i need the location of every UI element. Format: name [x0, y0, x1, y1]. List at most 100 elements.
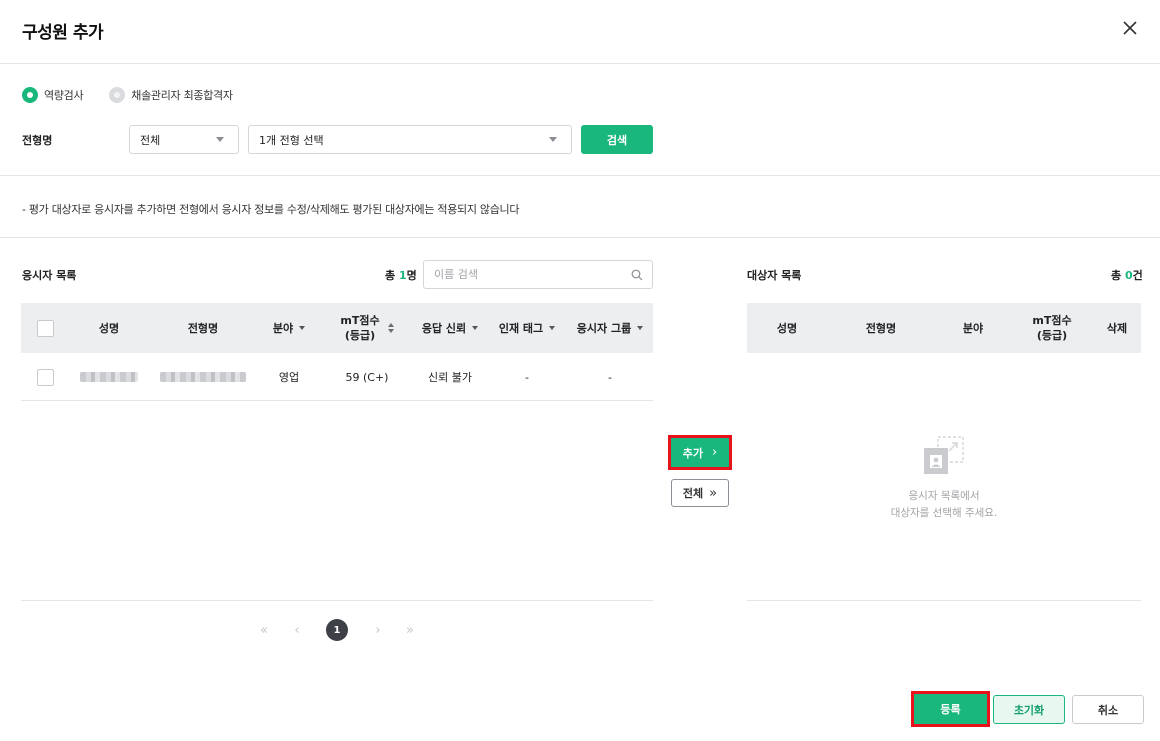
caret-down-icon	[637, 326, 644, 330]
col-stage: 전형명	[187, 321, 219, 335]
col-stage: 전형명	[865, 321, 897, 335]
caret-down-icon	[549, 326, 556, 330]
count-number: 1	[398, 269, 407, 282]
add-all-button[interactable]: 전체 »	[671, 479, 729, 507]
col-score-line1: mT점수	[340, 314, 380, 327]
source-radio-group: 역량검사 채솔관리자 최종합격자	[22, 86, 259, 104]
select-all-cell	[21, 303, 69, 353]
caret-down-icon	[472, 326, 479, 330]
cell-score: 59 (C+)	[345, 370, 389, 384]
col-name: 성명	[98, 321, 120, 335]
col-score-label: mT점수 (등급)	[1032, 313, 1071, 343]
empty-line-1: 응시자 목록에서	[908, 490, 980, 502]
first-page-button[interactable]: «	[254, 620, 274, 640]
dialog-title: 구성원 추가	[22, 23, 104, 43]
caret-down-icon	[299, 326, 306, 330]
redacted-name	[80, 372, 138, 382]
radio-unchecked-icon	[109, 87, 126, 103]
register-button-highlight: 등록	[911, 691, 990, 727]
col-score: mT점수 (등급)	[1011, 303, 1093, 353]
radio-label: 역량검사	[44, 89, 84, 102]
add-button-label: 추가	[682, 446, 704, 460]
col-delete: 삭제	[1106, 321, 1128, 335]
double-chevron-right-icon: »	[709, 485, 718, 501]
current-page[interactable]: 1	[326, 619, 348, 641]
count-number: 0	[1124, 269, 1133, 282]
count-suffix: 건	[1132, 269, 1143, 282]
sort-icon	[387, 323, 394, 333]
divider	[0, 237, 1160, 238]
stage-select[interactable]: 1개 전형 선택	[248, 125, 572, 154]
col-score-line2: (등급)	[1036, 329, 1068, 342]
prev-page-button[interactable]: ‹	[287, 620, 307, 640]
count-suffix: 명	[406, 269, 417, 282]
divider	[0, 175, 1160, 176]
add-all-label: 전체	[682, 487, 704, 500]
empty-state-icon	[924, 436, 964, 474]
cell-name-redacted	[69, 353, 149, 401]
col-group-filter[interactable]: 응시자 그룹	[567, 303, 653, 353]
col-name: 성명	[776, 321, 798, 335]
divider	[21, 600, 653, 601]
divider	[747, 600, 1141, 601]
name-search-input[interactable]	[424, 261, 614, 288]
dialog-header: 구성원 추가	[0, 0, 1160, 64]
radio-label: 채솔관리자 최종합격자	[131, 89, 233, 102]
row-checkbox[interactable]	[36, 368, 54, 386]
cell-stage-redacted	[149, 353, 257, 401]
add-button[interactable]: 추가 ›	[671, 438, 729, 467]
radio-competency-test[interactable]: 역량검사	[22, 87, 84, 103]
register-button[interactable]: 등록	[914, 694, 987, 724]
applicant-table-header: 성명 전형명 분야 mT점수 (등급) 응답 신뢰 인재 태그 응시자 그룹	[21, 303, 653, 353]
col-score-label: mT점수 (등급)	[340, 313, 379, 343]
col-tag-label: 인재 태그	[498, 321, 544, 335]
col-score-line2: (등급)	[344, 329, 376, 342]
count-prefix: 총	[385, 269, 399, 282]
type-select[interactable]: 전체	[129, 125, 239, 154]
count-prefix: 총	[1111, 269, 1125, 282]
col-field-filter[interactable]: 분야	[257, 303, 321, 353]
col-reliability-label: 응답 신뢰	[421, 321, 467, 335]
cell-group: -	[608, 370, 612, 384]
col-group-label: 응시자 그룹	[576, 321, 632, 335]
stage-label: 전형명	[22, 134, 53, 147]
add-member-dialog: 구성원 추가 역량검사 채솔관리자 최종합격자 전형명 전체 1개 전형 선택 …	[0, 0, 1160, 741]
chevron-right-icon: ›	[712, 445, 718, 460]
radio-final-passers[interactable]: 채솔관리자 최종합격자	[109, 87, 233, 103]
target-list-title: 대상자 목록	[747, 269, 802, 282]
target-count: 총 0건	[1111, 267, 1143, 283]
col-score-line1: mT점수	[1032, 314, 1072, 327]
chevron-down-icon	[216, 137, 224, 142]
search-icon[interactable]	[631, 269, 643, 281]
applicant-count: 총 1명	[385, 267, 417, 283]
col-score-sort[interactable]: mT점수 (등급)	[321, 303, 413, 353]
cell-reliability: 신뢰 불가	[428, 371, 472, 384]
cell-tag: -	[525, 370, 529, 384]
name-search-box	[423, 260, 653, 289]
col-field: 분야	[962, 321, 984, 335]
cancel-button[interactable]: 취소	[1072, 695, 1144, 724]
next-page-button[interactable]: ›	[368, 620, 388, 640]
select-all-checkbox[interactable]	[36, 319, 54, 337]
last-page-button[interactable]: »	[400, 620, 420, 640]
col-field-label: 분야	[272, 321, 294, 335]
stage-select-value: 1개 전형 선택	[259, 133, 324, 147]
row-checkbox-cell	[21, 353, 69, 401]
table-row[interactable]: 영업 59 (C+) 신뢰 불가 - -	[21, 353, 653, 401]
col-tag-filter[interactable]: 인재 태그	[487, 303, 567, 353]
target-table-header: 성명 전형명 분야 mT점수 (등급) 삭제	[747, 303, 1141, 353]
redacted-stage	[160, 372, 246, 382]
close-icon[interactable]	[1120, 18, 1140, 38]
search-button[interactable]: 검색	[581, 125, 653, 154]
type-select-value: 전체	[140, 133, 161, 147]
chevron-down-icon	[549, 137, 557, 142]
notice-text: - 평가 대상자로 응시자를 추가하면 전형에서 응시자 정보를 수정/삭제해도…	[22, 203, 520, 216]
radio-checked-icon	[22, 87, 38, 103]
applicant-list-title: 응시자 목록	[22, 269, 77, 282]
empty-line-2: 대상자를 선택해 주세요.	[890, 507, 998, 519]
reset-button[interactable]: 초기화	[993, 695, 1065, 724]
empty-state-text: 응시자 목록에서 대상자를 선택해 주세요.	[747, 488, 1141, 522]
add-button-highlight: 추가 ›	[668, 435, 732, 470]
col-reliability-filter[interactable]: 응답 신뢰	[413, 303, 487, 353]
cell-field: 영업	[278, 371, 300, 384]
